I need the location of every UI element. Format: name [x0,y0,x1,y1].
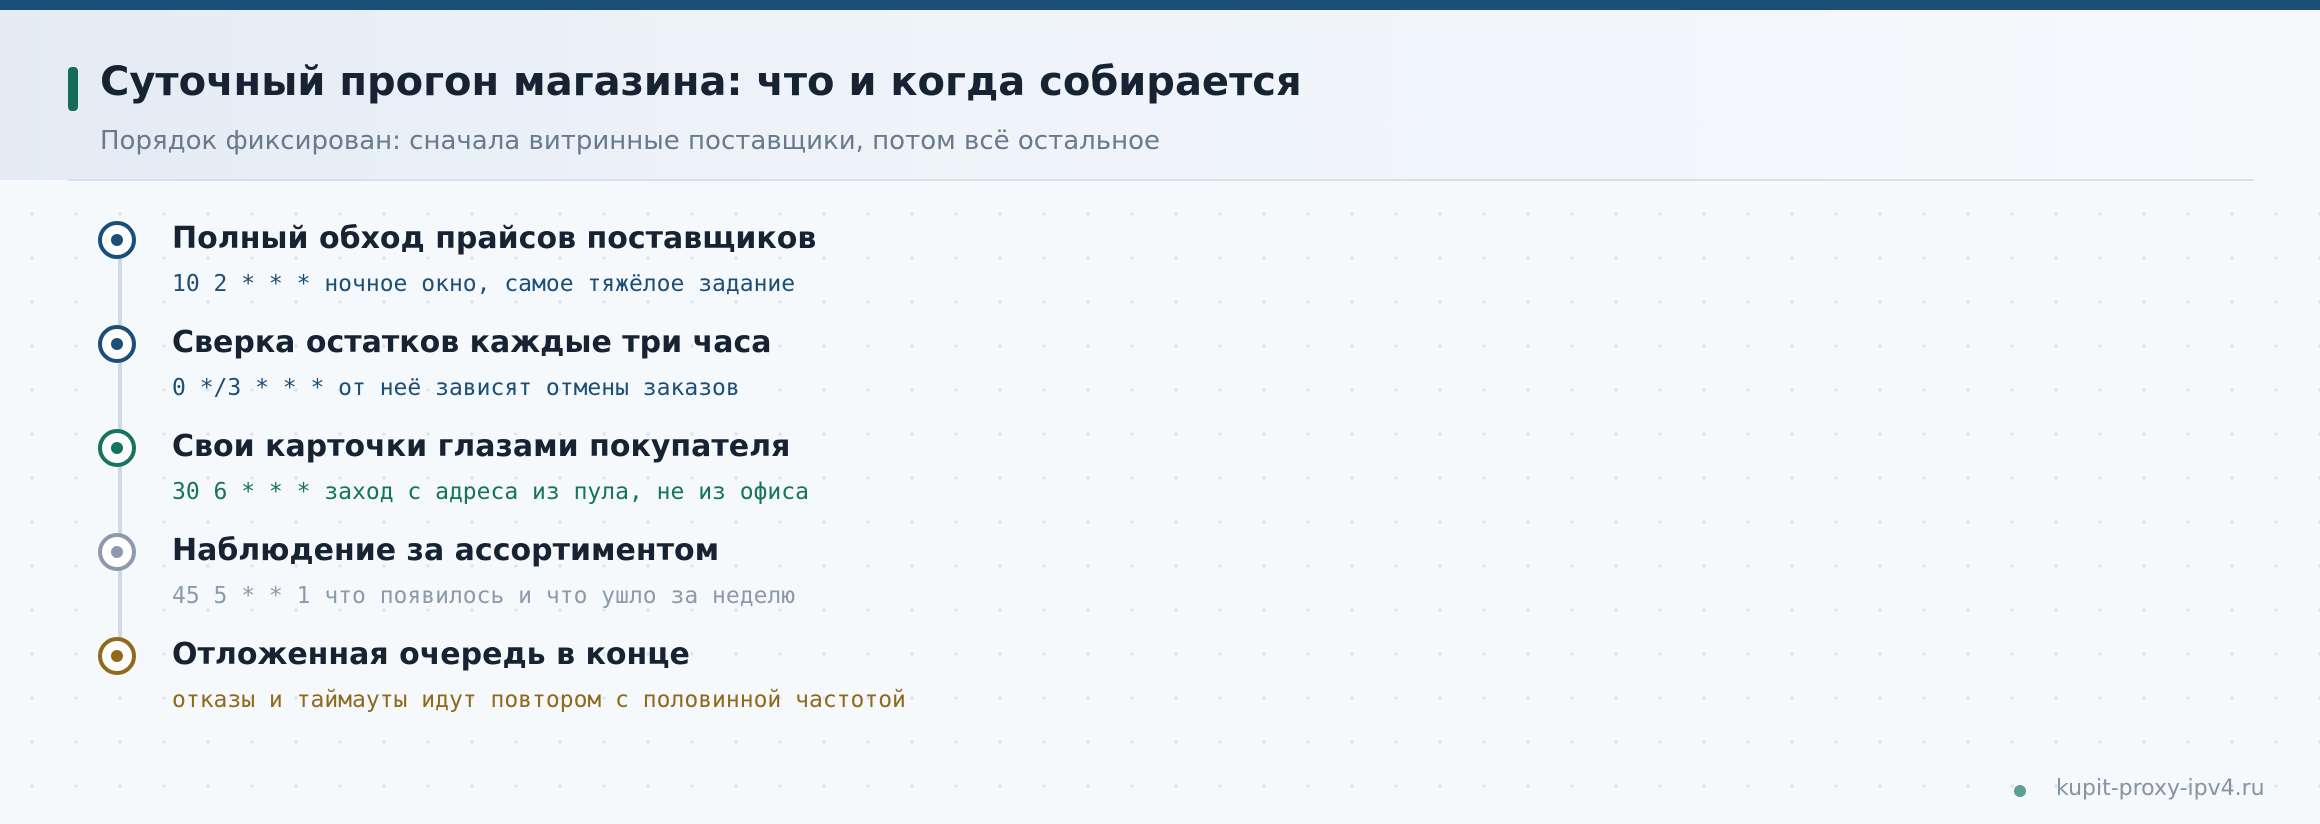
timeline-step: Наблюдение за ассортиментом 45 5 * * 1 ч… [98,533,1298,633]
step-schedule: 10 2 * * * ночное окно, самое тяжёлое за… [172,271,796,297]
timeline-step: Отложенная очередь в конце отказы и тайм… [98,637,1298,737]
timeline-step: Полный обход прайсов поставщиков 10 2 * … [98,221,1298,321]
step-schedule: 45 5 * * 1 что появилось и что ушло за н… [172,583,796,609]
step-schedule: отказы и таймауты идут повтором с полови… [172,687,906,713]
step-marker-dot [111,338,123,350]
page-subtitle: Порядок фиксирован: сначала витринные по… [100,126,1161,156]
step-marker-icon [98,325,136,363]
step-schedule: 30 6 * * * заход с адреса из пула, не из… [172,479,809,505]
step-title: Полный обход прайсов поставщиков [172,221,817,256]
footer-dot-icon [2014,785,2026,797]
step-title: Наблюдение за ассортиментом [172,533,720,568]
top-accent-bar [0,0,2320,10]
timeline-step: Свои карточки глазами покупателя 30 6 * … [98,429,1298,529]
footer-site-label: kupit-proxy-ipv4.ru [2056,776,2265,801]
timeline-step: Сверка остатков каждые три часа 0 */3 * … [98,325,1298,425]
step-title: Свои карточки глазами покупателя [172,429,791,464]
title-accent-bar [68,67,78,111]
step-marker-dot [111,650,123,662]
step-marker-dot [111,234,123,246]
step-title: Сверка остатков каждые три часа [172,325,772,360]
step-marker-icon [98,221,136,259]
step-title: Отложенная очередь в конце [172,637,690,672]
step-schedule: 0 */3 * * * от неё зависят отмены заказо… [172,375,740,401]
step-marker-icon [98,429,136,467]
step-marker-icon [98,637,136,675]
header-divider [68,179,2254,181]
page-title: Суточный прогон магазина: что и когда со… [100,59,1302,105]
step-marker-icon [98,533,136,571]
step-marker-dot [111,546,123,558]
step-marker-dot [111,442,123,454]
